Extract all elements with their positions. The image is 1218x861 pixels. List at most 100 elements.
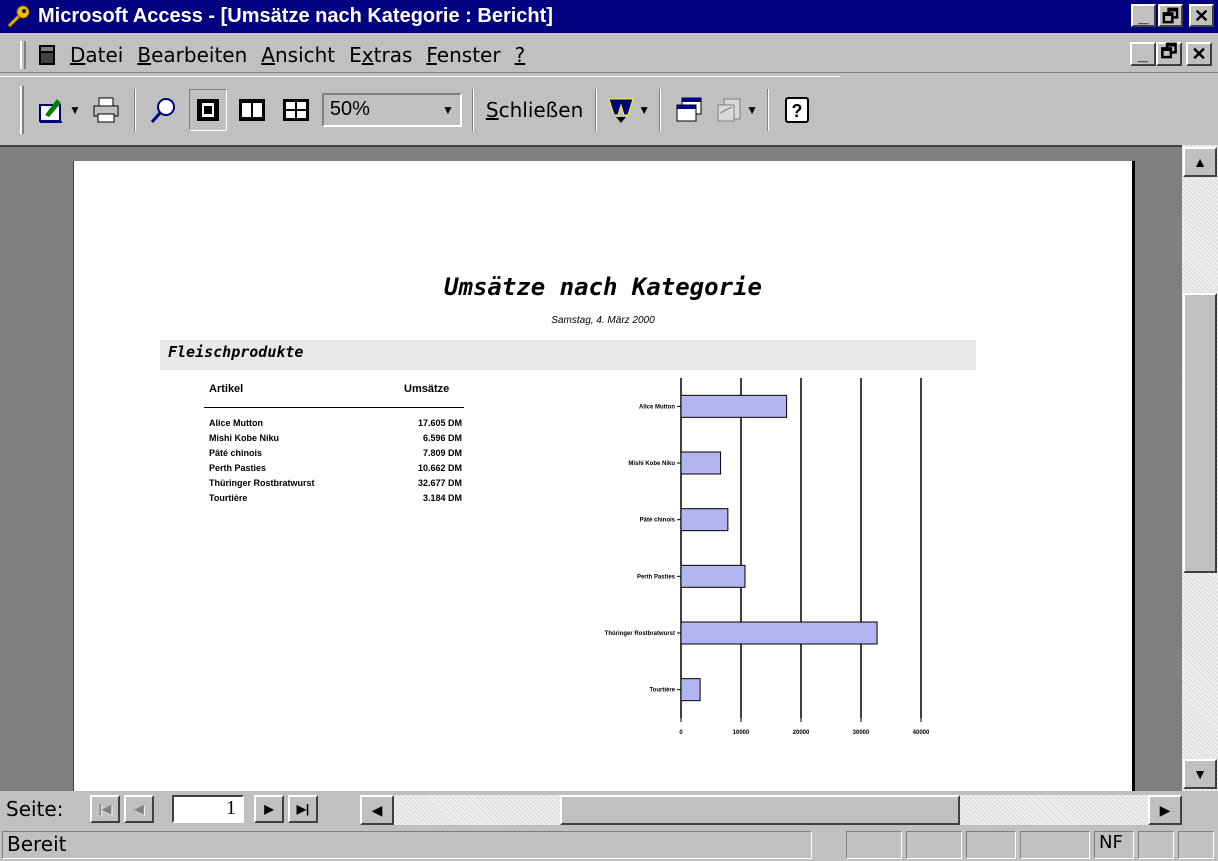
office-links-button[interactable]: ▼ [606,89,650,131]
previous-record-icon: ◀ [134,802,144,816]
report-page: Umsätze nach Kategorie Samstag, 4. März … [73,161,1135,791]
article-name: Thüringer Rostbratwurst [209,478,315,488]
two-pages-button[interactable] [233,89,271,131]
scroll-right-button[interactable]: ▶ [1148,795,1182,825]
page-label: Seite: [6,797,64,821]
printer-icon [93,97,119,122]
column-header-article: Artikel [209,383,244,395]
two-pages-icon [238,98,265,121]
status-text: Bereit [2,831,812,859]
article-name: Tourtière [209,493,248,503]
article-sales: 17.605 DM [417,418,462,428]
category-label: Perth Pasties [637,574,676,580]
zoom-combobox[interactable]: 50% ▼ [321,92,462,127]
svg-text:?: ? [792,101,803,121]
column-header-sales: Umsätze [404,383,450,395]
multiple-pages-button[interactable] [277,89,315,131]
print-button[interactable] [87,89,125,131]
toolbar-separator [767,88,770,131]
menu-fenster[interactable]: Fenster [424,43,502,67]
minimize-icon: _ [1138,5,1149,26]
page-number-input[interactable]: 1 [172,795,244,823]
new-object-button[interactable]: ▼ [714,89,758,131]
minimize-button[interactable]: _ [1131,4,1156,27]
menu-bearbeiten[interactable]: Bearbeiten [135,43,249,67]
zoom-button[interactable] [145,89,183,131]
doc-minimize-button[interactable]: _ [1130,42,1156,66]
dropdown-arrow-icon: ▼ [69,102,81,117]
scroll-up-button[interactable]: ▲ [1183,147,1217,177]
multiple-pages-icon [282,98,309,121]
menu-extras[interactable]: Extras [347,43,414,67]
first-record-icon: |◀ [98,802,112,816]
access-key-icon[interactable] [4,3,34,31]
arrow-left-icon: ◀ [371,801,383,818]
minimize-icon: _ [1137,43,1148,64]
status-cell [966,831,1016,859]
next-record-icon: ▶ [264,802,274,816]
x-tick-label: 0 [679,730,683,736]
close-button[interactable]: ✕ [1189,4,1214,27]
report-preview-area[interactable]: Umsätze nach Kategorie Samstag, 4. März … [0,145,1182,791]
one-page-icon [196,98,219,121]
word-icon [608,98,634,123]
toolbar-separator [133,88,136,131]
scroll-left-button[interactable]: ◀ [360,795,394,825]
menu-datei[interactable]: Datei [68,43,125,67]
category-label: Thüringer Rostbratwurst [605,631,675,637]
article-sales: 32.677 DM [417,478,462,488]
dropdown-arrow-icon: ▼ [638,102,651,117]
vertical-scrollbar[interactable]: ▲ ▼ [1182,145,1218,791]
bar [680,394,788,418]
restore-icon: 🗗 [1160,41,1178,61]
menu-ansicht[interactable]: Ansicht [259,43,337,67]
last-page-button[interactable]: ▶| [288,795,318,823]
article-name: Perth Pasties [209,463,267,473]
horizontal-scrollbar[interactable]: ◀ ▶ [360,795,1182,825]
previous-page-button[interactable]: ◀ [124,795,154,823]
x-tick-label: 10000 [733,730,750,736]
menu-help[interactable]: ? [513,43,528,67]
doc-close-button[interactable]: ✕ [1186,42,1212,66]
category-label: Pâté chinois [640,518,676,524]
magnifier-icon [150,97,175,123]
vertical-scroll-thumb[interactable] [1183,293,1217,573]
database-window-button[interactable] [670,89,708,131]
toolbar-separator [595,88,598,131]
bar [680,508,729,532]
status-bar: Bereit NF [0,829,1218,861]
window-title: Microsoft Access - [Umsätze nach Kategor… [38,5,553,27]
report-document-icon[interactable] [36,43,58,67]
article-sales: 7.809 DM [422,448,462,458]
doc-restore-button[interactable]: 🗗 [1156,41,1182,66]
scroll-down-button[interactable]: ▼ [1183,759,1217,789]
bar [680,621,878,645]
toolbar-separator [471,88,474,131]
article-sales: 10.662 DM [417,463,462,473]
toolbar-separator [659,88,662,131]
horizontal-scroll-thumb[interactable] [560,795,960,825]
category-label: Tourtière [649,688,675,694]
toolbar-grip[interactable] [20,85,24,134]
dropdown-arrow-icon[interactable]: ▼ [442,103,454,117]
status-cell [906,831,962,859]
close-icon: ✕ [1191,43,1207,64]
article-name: Pâté chinois [209,448,263,458]
one-page-button[interactable] [188,88,227,131]
restore-button[interactable]: 🗗 [1158,4,1183,27]
design-view-icon [39,98,62,123]
status-cell [846,831,902,859]
category-label: Alice Mutton [639,404,675,410]
first-page-button[interactable]: |◀ [90,795,120,823]
bar [680,678,701,702]
bar [680,564,746,588]
bar [680,451,722,475]
title-bar: Microsoft Access - [Umsätze nach Kategor… [0,0,1218,33]
article-name: Mishi Kobe Niku [209,433,280,443]
menu-grip[interactable] [20,40,26,69]
next-page-button[interactable]: ▶ [254,795,284,823]
category-label: Fleischprodukte [168,343,304,361]
help-button[interactable]: ? [778,89,816,131]
close-preview-button[interactable]: Schließen [480,98,589,122]
view-button[interactable]: ▼ [37,89,81,131]
